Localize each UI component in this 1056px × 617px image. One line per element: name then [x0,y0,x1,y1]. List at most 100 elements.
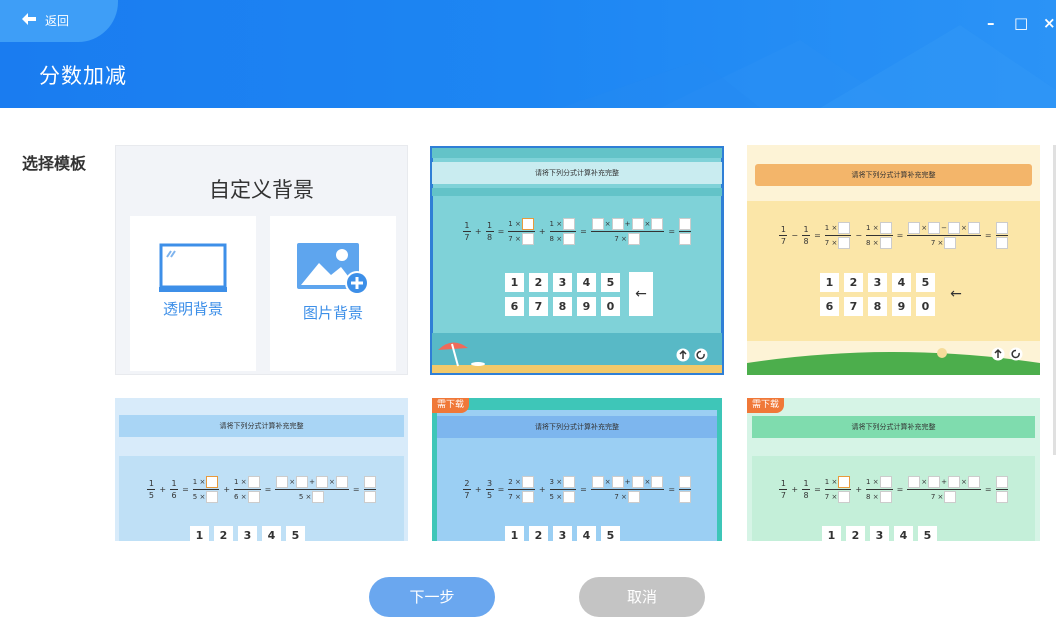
answer-box[interactable] [335,476,348,488]
answer-box[interactable] [948,476,961,488]
answer-box[interactable] [563,218,576,230]
template-card-4[interactable]: 请将下列分式计算补充完整 需下载 27 + 35 = 2 × 7 × + 3 × 5… [432,398,722,541]
answer-box[interactable] [908,476,921,488]
answer-box[interactable] [521,491,534,503]
answer-box[interactable] [928,222,941,234]
answer-box[interactable] [944,491,957,503]
key-1[interactable]: 1 [505,273,524,292]
answer-box[interactable] [363,491,376,503]
answer-box[interactable] [944,237,957,249]
key-4[interactable]: 4 [577,273,596,292]
answer-box[interactable] [206,476,219,488]
answer-box[interactable] [363,476,376,488]
answer-box[interactable] [611,476,624,488]
answer-box[interactable] [995,476,1008,488]
answer-box[interactable] [312,491,325,503]
answer-box[interactable] [838,237,851,249]
answer-box[interactable] [591,218,604,230]
key-3[interactable]: 3 [868,273,887,292]
answer-box[interactable] [627,233,640,245]
answer-box[interactable] [967,222,980,234]
key-5[interactable]: 5 [918,526,937,541]
answer-box[interactable] [679,491,692,503]
close-button[interactable]: × [1043,14,1056,32]
maximize-button[interactable]: □ [1014,14,1028,32]
image-background-option[interactable]: 图片背景 [270,216,396,371]
answer-box[interactable] [627,491,640,503]
key-7[interactable]: 7 [529,297,548,316]
key-4[interactable]: 4 [262,526,281,541]
answer-box[interactable] [591,476,604,488]
answer-box[interactable] [879,476,892,488]
answer-box[interactable] [296,476,309,488]
key-2[interactable]: 2 [846,526,865,541]
key-2[interactable]: 2 [844,273,863,292]
key-5[interactable]: 5 [601,273,620,292]
key-2[interactable]: 2 [529,273,548,292]
template-card-2[interactable]: 请将下列分式计算补充完整 17 − 18 = 1 × 7 × − 1 × 8 × =… [747,145,1040,375]
key-1[interactable]: 1 [822,526,841,541]
template-card-5[interactable]: 请将下列分式计算补充完整 需下载 17 + 18 = 1 × 7 × + 1 × 8… [747,398,1040,541]
key-8[interactable]: 8 [553,297,572,316]
key-6[interactable]: 6 [820,297,839,316]
key-5[interactable]: 5 [601,526,620,541]
answer-box[interactable] [316,476,329,488]
key-1[interactable]: 1 [505,526,524,541]
key-7[interactable]: 7 [844,297,863,316]
key-5[interactable]: 5 [286,526,305,541]
key-3[interactable]: 3 [553,273,572,292]
template-card-1[interactable]: 请将下列分式计算补充完整 17 + 18 = 1 × 7 × + 1 × 8 × =… [430,146,724,375]
backspace-key[interactable]: ← [944,272,968,316]
answer-box[interactable] [521,218,534,230]
answer-box[interactable] [206,491,219,503]
answer-box[interactable] [631,218,644,230]
answer-box[interactable] [838,491,851,503]
answer-box[interactable] [995,222,1008,234]
answer-box[interactable] [679,233,692,245]
key-6[interactable]: 6 [505,297,524,316]
key-9[interactable]: 9 [892,297,911,316]
key-8[interactable]: 8 [868,297,887,316]
transparent-background-option[interactable]: 透明背景 [130,216,256,371]
key-2[interactable]: 2 [529,526,548,541]
key-0[interactable]: 0 [601,297,620,316]
answer-box[interactable] [879,222,892,234]
answer-box[interactable] [838,476,851,488]
answer-box[interactable] [247,491,260,503]
key-4[interactable]: 4 [894,526,913,541]
next-step-button[interactable]: 下一步 [369,577,495,617]
answer-box[interactable] [679,218,692,230]
answer-box[interactable] [995,237,1008,249]
answer-box[interactable] [276,476,289,488]
answer-box[interactable] [521,476,534,488]
key-1[interactable]: 1 [820,273,839,292]
backspace-key[interactable]: ← [629,272,653,316]
cancel-button[interactable]: 取消 [579,577,705,617]
answer-box[interactable] [611,218,624,230]
answer-box[interactable] [563,476,576,488]
key-3[interactable]: 3 [870,526,889,541]
answer-box[interactable] [247,476,260,488]
answer-box[interactable] [563,491,576,503]
key-3[interactable]: 3 [238,526,257,541]
key-9[interactable]: 9 [577,297,596,316]
answer-box[interactable] [838,222,851,234]
key-5[interactable]: 5 [916,273,935,292]
key-1[interactable]: 1 [190,526,209,541]
key-0[interactable]: 0 [916,297,935,316]
answer-box[interactable] [908,222,921,234]
answer-box[interactable] [651,476,664,488]
answer-box[interactable] [679,476,692,488]
answer-box[interactable] [928,476,941,488]
answer-box[interactable] [631,476,644,488]
key-3[interactable]: 3 [553,526,572,541]
answer-box[interactable] [995,491,1008,503]
key-4[interactable]: 4 [577,526,596,541]
answer-box[interactable] [948,222,961,234]
answer-box[interactable] [563,233,576,245]
answer-box[interactable] [879,491,892,503]
key-4[interactable]: 4 [892,273,911,292]
key-2[interactable]: 2 [214,526,233,541]
answer-box[interactable] [521,233,534,245]
answer-box[interactable] [879,237,892,249]
